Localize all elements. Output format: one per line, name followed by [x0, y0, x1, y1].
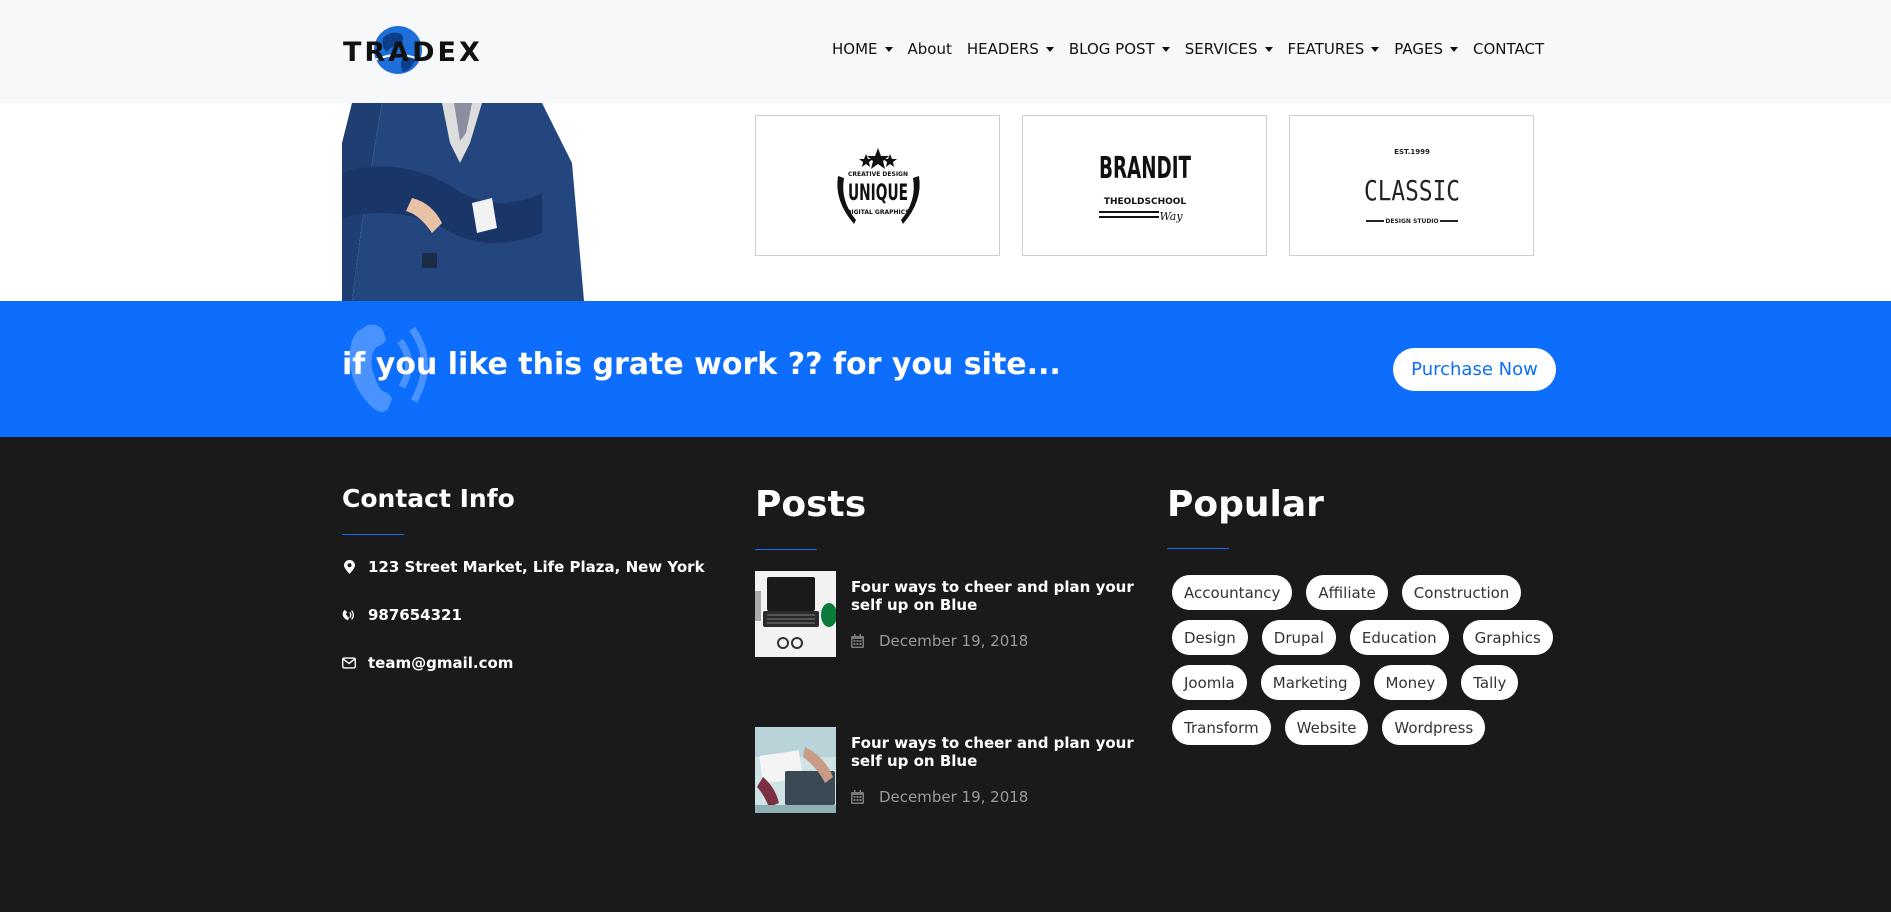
brandit-logo-icon: BRANDIT THEOLDSCHOOL Way — [1099, 151, 1191, 223]
contact-title-underline — [342, 534, 404, 535]
chevron-down-icon — [1264, 46, 1273, 52]
unique-sub-text: DIGITAL GRAPHICS — [846, 209, 909, 216]
classic-top-text: EST.1999 — [1394, 148, 1430, 156]
nav-home[interactable]: HOME — [832, 40, 893, 58]
client-logo-unique[interactable]: CREATIVE DESIGN UNIQUE DIGITAL GRAPHICS — [755, 115, 1000, 256]
contact-address: 123 Street Market, Life Plaza, New York — [342, 558, 705, 576]
tag-accountancy[interactable]: Accountancy — [1172, 575, 1293, 610]
nav-blog-post[interactable]: BLOG POST — [1069, 40, 1170, 58]
tag-marketing[interactable]: Marketing — [1260, 665, 1360, 700]
post-item[interactable]: Four ways to cheer and plan your self up… — [755, 571, 1145, 657]
classic-logo-icon: EST.1999 CLASSIC DESIGN STUDIO — [1364, 148, 1460, 225]
contact-address-text: 123 Street Market, Life Plaza, New York — [368, 558, 705, 576]
tag-drupal[interactable]: Drupal — [1261, 620, 1336, 655]
post-thumbnail[interactable] — [755, 727, 836, 813]
client-logo-brandit[interactable]: BRANDIT THEOLDSCHOOL Way — [1022, 115, 1267, 256]
site-header: TRADEX HOME About HEADERS BLOG POST SERV… — [0, 0, 1891, 103]
contact-info-title: Contact Info — [342, 484, 515, 513]
unique-logo-icon: CREATIVE DESIGN UNIQUE DIGITAL GRAPHICS — [837, 148, 920, 224]
tag-tally[interactable]: Tally — [1461, 665, 1519, 700]
cta-text: if you like this grate work ?? for you s… — [342, 347, 1061, 382]
tag-row: Joomla Marketing Money Tally — [1172, 665, 1532, 700]
post-thumbnail[interactable] — [755, 571, 836, 657]
post-date: December 19, 2018 — [851, 632, 1028, 650]
popular-title: Popular — [1167, 484, 1324, 525]
contact-email: team@gmail.com — [342, 654, 513, 672]
post-title[interactable]: Four ways to cheer and plan your self up… — [851, 734, 1141, 770]
brandit-script-text: Way — [1159, 210, 1183, 223]
classic-name-text: CLASSIC — [1364, 174, 1460, 207]
tag-money[interactable]: Money — [1373, 665, 1448, 700]
nav-features-label: FEATURES — [1287, 40, 1365, 58]
nav-headers[interactable]: HEADERS — [967, 40, 1054, 58]
tag-website[interactable]: Website — [1284, 710, 1369, 745]
chevron-down-icon — [884, 46, 893, 52]
contact-phone-text[interactable]: 987654321 — [368, 606, 462, 624]
nav-home-label: HOME — [832, 40, 878, 58]
contact-phone: 987654321 — [342, 606, 462, 624]
laptop-image — [755, 571, 836, 657]
nav-contact-label: CONTACT — [1472, 40, 1545, 58]
nav-features[interactable]: FEATURES — [1288, 40, 1380, 58]
calendar-icon — [851, 634, 864, 648]
phone-volume-icon — [342, 608, 356, 622]
brandit-sub-text: THEOLDSCHOOL — [1104, 197, 1187, 207]
tag-transform[interactable]: Transform — [1172, 710, 1271, 745]
nav-services-label: SERVICES — [1184, 40, 1258, 58]
tag-graphics[interactable]: Graphics — [1462, 620, 1553, 655]
tag-wordpress[interactable]: Wordpress — [1382, 710, 1486, 745]
cta-banner: if you like this grate work ?? for you s… — [0, 301, 1891, 437]
tag-row: Design Drupal Education Graphics — [1172, 620, 1553, 655]
post-item[interactable]: Four ways to cheer and plan your self up… — [755, 727, 1145, 813]
nav-services[interactable]: SERVICES — [1185, 40, 1273, 58]
tag-joomla[interactable]: Joomla — [1172, 665, 1247, 700]
nav-pages-label: PAGES — [1394, 40, 1443, 58]
popular-title-underline — [1167, 548, 1229, 549]
site-footer: Contact Info 123 Street Market, Life Pla… — [0, 437, 1891, 912]
chevron-down-icon — [1045, 46, 1054, 52]
businessman-image — [342, 103, 584, 301]
chevron-down-icon — [1371, 46, 1380, 52]
contact-email-text[interactable]: team@gmail.com — [368, 654, 513, 672]
chevron-down-icon — [1449, 46, 1458, 52]
nav-blog-post-label: BLOG POST — [1068, 40, 1155, 58]
post-date-text: December 19, 2018 — [879, 632, 1029, 650]
nav-about-label: About — [907, 40, 952, 58]
nav-contact[interactable]: CONTACT — [1473, 40, 1544, 58]
brandit-name-text: BRANDIT — [1099, 151, 1191, 186]
envelope-icon — [342, 656, 356, 670]
tag-affiliate[interactable]: Affiliate — [1306, 575, 1388, 610]
unique-name-text: UNIQUE — [848, 181, 908, 206]
nav-headers-label: HEADERS — [966, 40, 1039, 58]
tag-row: Transform Website Wordpress — [1172, 710, 1532, 745]
client-logo-classic[interactable]: EST.1999 CLASSIC DESIGN STUDIO — [1289, 115, 1534, 256]
posts-title: Posts — [755, 484, 867, 525]
tag-education[interactable]: Education — [1349, 620, 1449, 655]
post-title[interactable]: Four ways to cheer and plan your self up… — [851, 578, 1141, 614]
calendar-icon — [851, 790, 864, 804]
tradex-logo[interactable]: TRADEX — [343, 20, 480, 80]
map-marker-icon — [342, 560, 356, 574]
post-date: December 19, 2018 — [851, 788, 1028, 806]
chevron-down-icon — [1161, 46, 1170, 52]
unique-top-text: CREATIVE DESIGN — [848, 171, 908, 178]
nav-pages[interactable]: PAGES — [1394, 40, 1458, 58]
classic-sub-text: DESIGN STUDIO — [1385, 218, 1438, 225]
main-nav: HOME About HEADERS BLOG POST SERVICES FE… — [832, 40, 1559, 58]
posts-title-underline — [755, 549, 817, 550]
businessman-illustration — [342, 103, 584, 301]
desk-work-image — [755, 727, 836, 813]
nav-about[interactable]: About — [908, 40, 952, 58]
post-date-text: December 19, 2018 — [879, 788, 1029, 806]
tag-cloud: Accountancy Affiliate Construction Desig… — [1172, 575, 1553, 755]
tag-design[interactable]: Design — [1172, 620, 1248, 655]
logo-text: TRADEX — [343, 37, 483, 68]
tag-row: Accountancy Affiliate Construction — [1172, 575, 1532, 610]
purchase-now-button[interactable]: Purchase Now — [1393, 348, 1556, 391]
tag-construction[interactable]: Construction — [1401, 575, 1522, 610]
